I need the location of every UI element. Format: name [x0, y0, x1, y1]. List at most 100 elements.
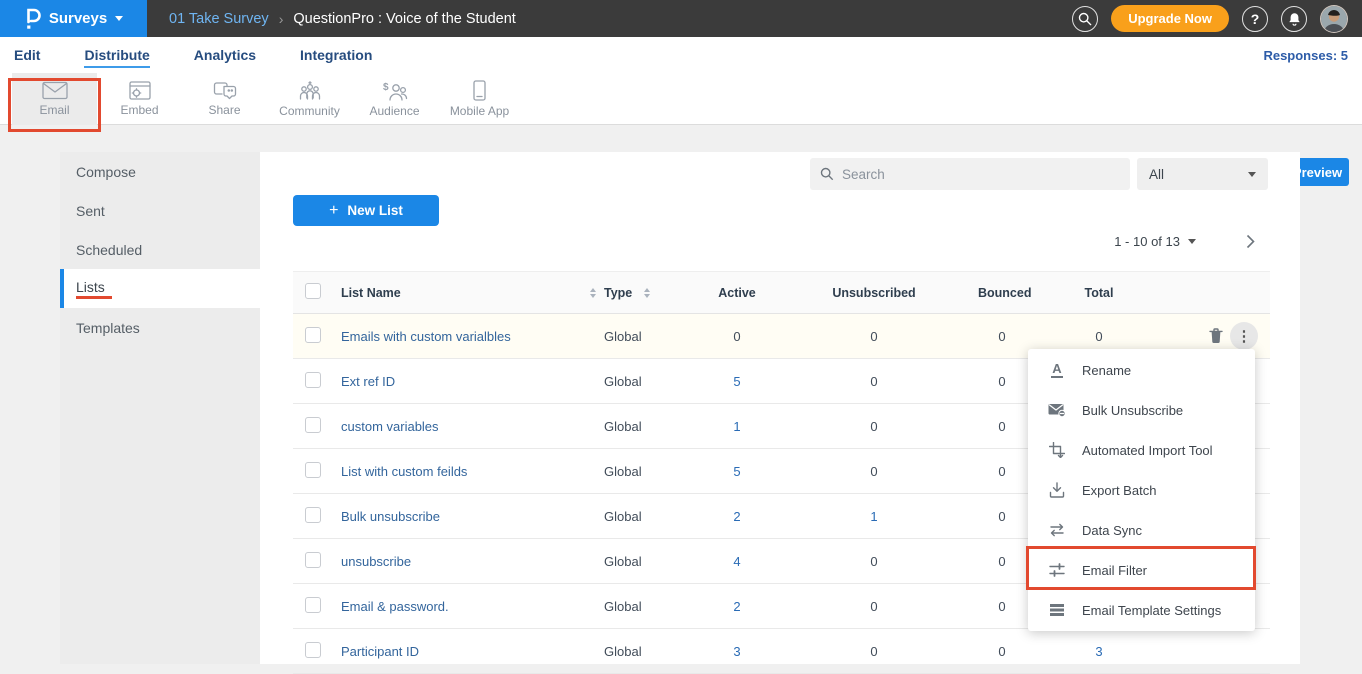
notifications-button[interactable] [1281, 6, 1307, 32]
list-name-link[interactable]: Emails with custom varialbles [341, 329, 511, 344]
menu-item-email-template-settings[interactable]: Email Template Settings [1028, 590, 1255, 630]
menu-item-automated-import-tool[interactable]: Automated Import Tool [1028, 430, 1255, 470]
channel-email[interactable]: Email [12, 73, 97, 125]
tab-distribute[interactable]: Distribute [84, 43, 149, 68]
list-name-link[interactable]: custom variables [341, 419, 439, 434]
list-type: Global [604, 539, 704, 584]
row-checkbox[interactable] [305, 642, 321, 658]
col-bounced: Bounced [978, 272, 1026, 314]
unsubscribed-count: 0 [770, 584, 978, 629]
annotation-lists-underline [76, 296, 112, 299]
upgrade-now-button[interactable]: Upgrade Now [1111, 5, 1229, 32]
sidebar-label: Sent [76, 203, 260, 219]
select-all-checkbox[interactable] [305, 283, 321, 299]
row-checkbox[interactable] [305, 552, 321, 568]
list-search [810, 158, 1130, 190]
channel-label: Audience [369, 104, 419, 118]
new-list-label: New List [347, 203, 403, 218]
product-name: Surveys [49, 10, 107, 27]
chevron-down-icon[interactable] [1188, 239, 1196, 244]
breadcrumb-folder[interactable]: 01 Take Survey [169, 11, 269, 27]
menu-label: Bulk Unsubscribe [1082, 403, 1183, 418]
tab-analytics[interactable]: Analytics [194, 43, 256, 68]
list-type: Global [604, 449, 704, 494]
sort-type[interactable] [644, 288, 650, 298]
channel-mobile-app[interactable]: Mobile App [437, 73, 522, 125]
sidebar-item-scheduled[interactable]: Scheduled [60, 230, 260, 269]
search-icon [820, 167, 834, 181]
active-count: 1 [704, 404, 770, 449]
help-button[interactable]: ? [1242, 6, 1268, 32]
active-count: 5 [704, 359, 770, 404]
list-type: Global [604, 314, 704, 359]
sidebar-item-sent[interactable]: Sent [60, 191, 260, 230]
bell-icon [1288, 12, 1301, 26]
channel-list: Email Embed Share Community [12, 73, 522, 125]
delete-list-button[interactable] [1209, 328, 1223, 344]
menu-label: Email Filter [1082, 563, 1147, 578]
sidebar-item-templates[interactable]: Templates [60, 308, 260, 347]
bounced-count: 0 [978, 629, 1026, 674]
sort-list-name[interactable] [590, 288, 596, 298]
list-name-link[interactable]: unsubscribe [341, 554, 411, 569]
list-name-link[interactable]: Participant ID [341, 644, 419, 659]
list-filter-dropdown[interactable]: All [1137, 158, 1268, 190]
unsubscribed-count: 0 [770, 359, 978, 404]
user-avatar[interactable] [1320, 5, 1348, 33]
sidebar-item-compose[interactable]: Compose [60, 152, 260, 191]
row-checkbox[interactable] [305, 417, 321, 433]
search-button[interactable] [1072, 6, 1098, 32]
survey-nav: Edit Distribute Analytics Integration Re… [0, 37, 1362, 73]
row-menu-button[interactable]: ⋮ [1230, 322, 1258, 350]
row-checkbox[interactable] [305, 597, 321, 613]
product-switcher[interactable]: Surveys [0, 0, 147, 37]
col-unsubscribed: Unsubscribed [770, 272, 978, 314]
menu-item-bulk-unsubscribe[interactable]: Bulk Unsubscribe [1028, 390, 1255, 430]
channel-audience[interactable]: $ Audience [352, 73, 437, 125]
sidebar-label: Templates [76, 320, 260, 336]
new-list-button[interactable]: + New List [293, 195, 439, 226]
row-checkbox[interactable] [305, 507, 321, 523]
search-input[interactable] [842, 167, 1120, 182]
sidebar-item-lists[interactable]: Lists [60, 269, 260, 308]
list-name-link[interactable]: Ext ref ID [341, 374, 395, 389]
audience-icon: $ [382, 81, 408, 101]
list-name-link[interactable]: List with custom feilds [341, 464, 467, 479]
menu-label: Data Sync [1082, 523, 1142, 538]
tab-integration[interactable]: Integration [300, 43, 372, 68]
search-icon [1078, 12, 1092, 26]
table-row: Participant ID Global 3 0 0 3 [293, 629, 1270, 674]
trash-icon [1209, 328, 1223, 344]
menu-item-rename[interactable]: A Rename [1028, 350, 1255, 390]
menu-item-export-batch[interactable]: Export Batch [1028, 470, 1255, 510]
row-checkbox[interactable] [305, 327, 321, 343]
responses-count[interactable]: Responses: 5 [1263, 48, 1348, 63]
svg-text:$: $ [383, 82, 389, 93]
row-actions: ⋮ [1172, 322, 1270, 350]
row-checkbox[interactable] [305, 372, 321, 388]
automated-import-icon [1048, 442, 1066, 458]
list-type: Global [604, 584, 704, 629]
row-checkbox[interactable] [305, 462, 321, 478]
filter-value: All [1149, 167, 1164, 182]
col-total: Total [1026, 272, 1172, 314]
unsubscribed-count: 0 [770, 449, 978, 494]
pagination-range[interactable]: 1 - 10 of 13 [1114, 234, 1180, 249]
channel-embed[interactable]: Embed [97, 73, 182, 125]
menu-item-email-filter[interactable]: Email Filter [1028, 550, 1255, 590]
bounced-count: 0 [978, 584, 1026, 629]
channel-label: Email [39, 103, 69, 117]
tab-edit[interactable]: Edit [14, 43, 40, 68]
list-name-link[interactable]: Bulk unsubscribe [341, 509, 440, 524]
menu-label: Automated Import Tool [1082, 443, 1213, 458]
questionpro-logo-icon [24, 8, 41, 30]
list-name-link[interactable]: Email & password. [341, 599, 449, 614]
menu-item-data-sync[interactable]: Data Sync [1028, 510, 1255, 550]
col-list-name: List Name [341, 286, 401, 300]
chevron-down-icon [115, 16, 123, 21]
channel-community[interactable]: Community [267, 73, 352, 125]
col-type: Type [604, 286, 632, 300]
next-page-button[interactable] [1246, 234, 1255, 249]
unsubscribed-count: 0 [770, 404, 978, 449]
channel-share[interactable]: Share [182, 73, 267, 125]
